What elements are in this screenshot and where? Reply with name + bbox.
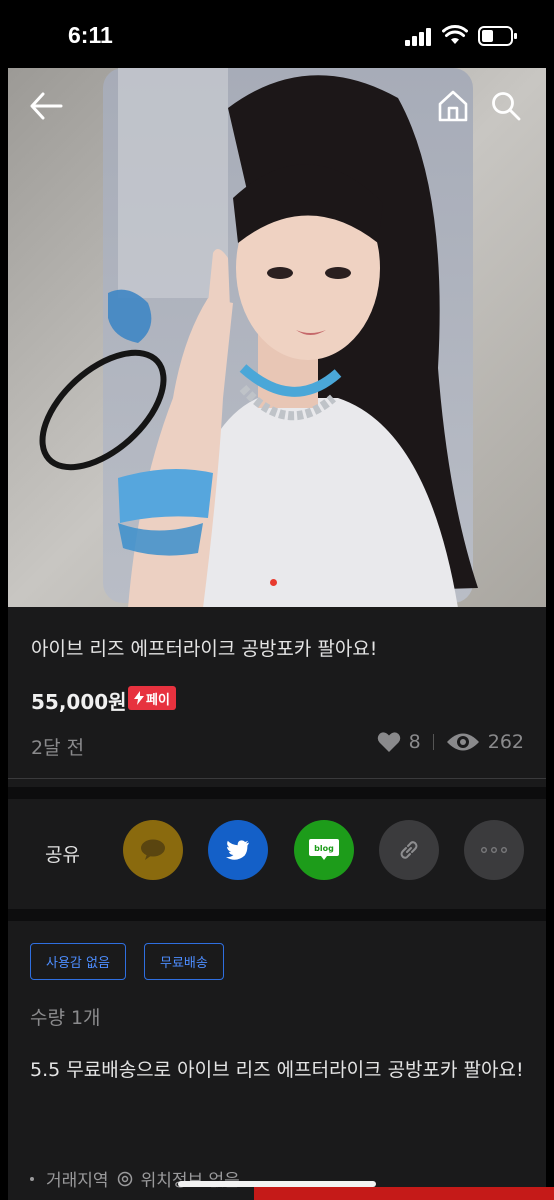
- stats-divider: [432, 734, 434, 750]
- like-count: 8: [408, 731, 421, 753]
- product-photo: [8, 68, 546, 607]
- battery-icon: [478, 26, 517, 46]
- pay-badge-label: 페이: [146, 692, 170, 708]
- lightning-icon: [134, 691, 144, 705]
- share-more-button[interactable]: [464, 820, 524, 880]
- section-separator: [8, 787, 546, 799]
- search-button[interactable]: [486, 86, 526, 126]
- share-kakaotalk-button[interactable]: [123, 820, 183, 880]
- section-separator: [8, 909, 546, 921]
- trade-area-row: 거래지역 위치정보 없음: [30, 1166, 240, 1191]
- search-icon: [492, 92, 521, 121]
- product-image-carousel[interactable]: [8, 68, 546, 607]
- share-label: 공유: [45, 844, 80, 866]
- more-dots-icon: [481, 847, 507, 853]
- home-button[interactable]: [434, 86, 472, 126]
- share-blog-button[interactable]: blog: [294, 820, 354, 880]
- home-indicator: [178, 1181, 376, 1187]
- quantity-value: 1개: [70, 1007, 101, 1029]
- signal-icon: [405, 28, 431, 46]
- pay-badge: 페이: [128, 686, 176, 710]
- speech-bubble-icon: [141, 839, 165, 860]
- divider: [8, 778, 546, 779]
- location-icon: [117, 1171, 132, 1186]
- tag-condition: 사용감 없음: [30, 943, 126, 980]
- wifi-icon: [442, 25, 468, 44]
- twitter-icon: [226, 840, 249, 860]
- share-copy-link-button[interactable]: [379, 820, 439, 880]
- listing-price: 55,000원: [31, 690, 127, 714]
- quantity: 수량 1개: [30, 1003, 101, 1030]
- view-count: 262: [487, 731, 524, 753]
- home-icon: [438, 90, 468, 122]
- back-button[interactable]: [26, 88, 66, 124]
- tag-free-shipping: 무료배송: [144, 943, 224, 980]
- listing-detail: 아이브 리즈 에프터라이크 공방포카 팔아요! 55,000원 페이 2달 전 …: [8, 607, 546, 1200]
- quantity-label: 수량: [30, 1007, 65, 1029]
- trade-area-label: 거래지역: [46, 1171, 109, 1191]
- bullet: [30, 1176, 34, 1181]
- status-bar: 6:11: [0, 0, 554, 68]
- arrow-left-icon: [30, 92, 63, 120]
- bottom-action-bar[interactable]: [254, 1187, 554, 1200]
- blog-icon-label: blog: [314, 844, 334, 853]
- eye-icon: [446, 733, 479, 751]
- heart-icon[interactable]: [377, 731, 401, 753]
- listing-description: 5.5 무료배송으로 아이브 리즈 에프터라이크 공방포카 팔아요!: [30, 1059, 524, 1081]
- carousel-page-indicator: [270, 579, 277, 586]
- status-time: 6:11: [68, 22, 113, 48]
- share-twitter-button[interactable]: [208, 820, 268, 880]
- listing-stats: 8 262: [377, 731, 524, 753]
- listing-title: 아이브 리즈 에프터라이크 공방포카 팔아요!: [31, 638, 378, 660]
- trade-area-value: 위치정보 없음: [140, 1171, 240, 1191]
- link-icon: [400, 841, 418, 859]
- posted-time: 2달 전: [31, 737, 85, 759]
- blog-icon: blog: [309, 839, 339, 860]
